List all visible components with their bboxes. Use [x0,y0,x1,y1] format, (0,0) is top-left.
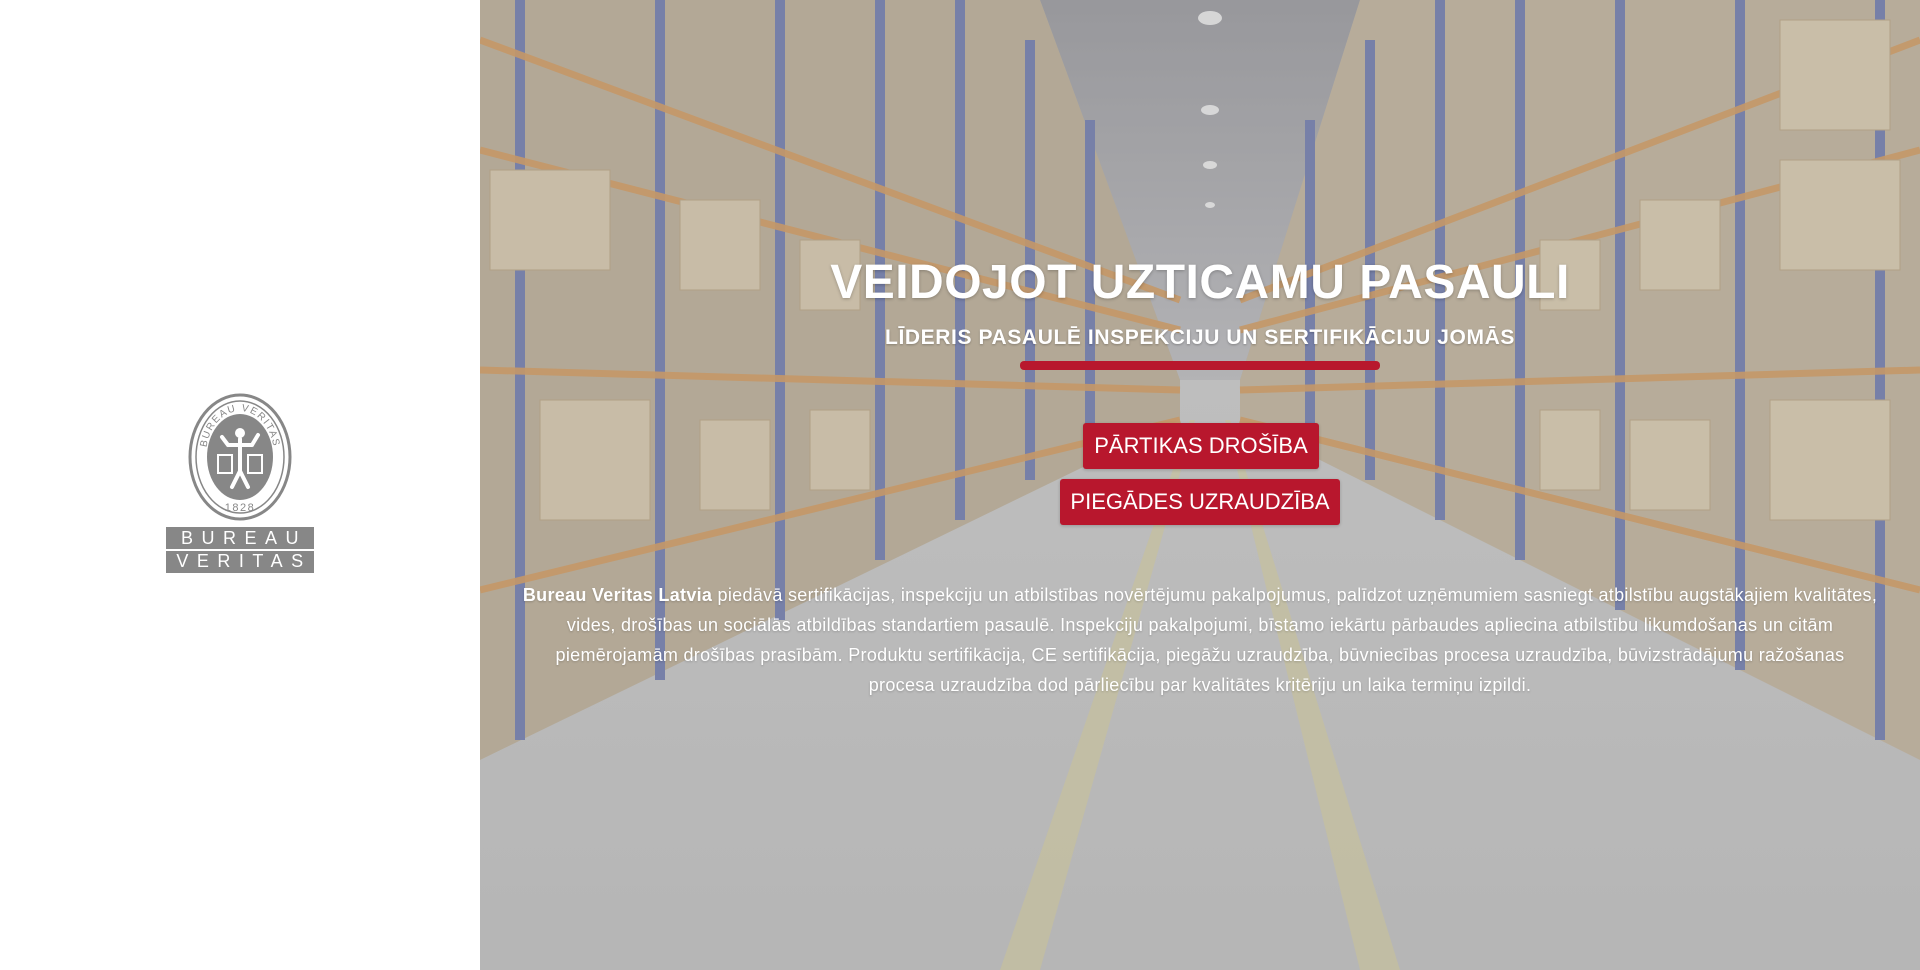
svg-text:1828: 1828 [225,502,255,514]
company-description: Bureau Veritas Latvia piedāvā sertifikāc… [520,580,1880,700]
wordmark-line1: BUREAU [180,528,307,548]
bureau-veritas-logo[interactable]: BUREAU VERITAS 1828 BUREAU VERITAS [166,393,314,578]
supply-supervision-button[interactable]: PIEGĀDES UZRAUDZĪBA [1060,479,1340,525]
wordmark-line2: VERITAS [176,551,312,571]
bureau-veritas-wordmark: BUREAU VERITAS [166,527,314,573]
hero-content: VEIDOJOT UZTICAMU PASAULI LĪDERIS PASAUL… [480,0,1920,970]
bureau-veritas-seal-icon: BUREAU VERITAS 1828 [188,393,292,521]
hero-section: VEIDOJOT UZTICAMU PASAULI LĪDERIS PASAUL… [480,0,1920,970]
hero-title: VEIDOJOT UZTICAMU PASAULI [830,256,1570,309]
description-text: piedāvā sertifikācijas, inspekciju un at… [555,585,1878,695]
hero-subtitle: LĪDERIS PASAULĒ INSPEKCIJU UN SERTIFIKĀC… [885,326,1515,349]
sidebar: BUREAU VERITAS 1828 BUREAU VERITAS [0,0,480,970]
food-safety-button[interactable]: PĀRTIKAS DROŠĪBA [1083,423,1319,469]
accent-divider [1020,361,1380,370]
company-name: Bureau Veritas Latvia [522,585,713,605]
